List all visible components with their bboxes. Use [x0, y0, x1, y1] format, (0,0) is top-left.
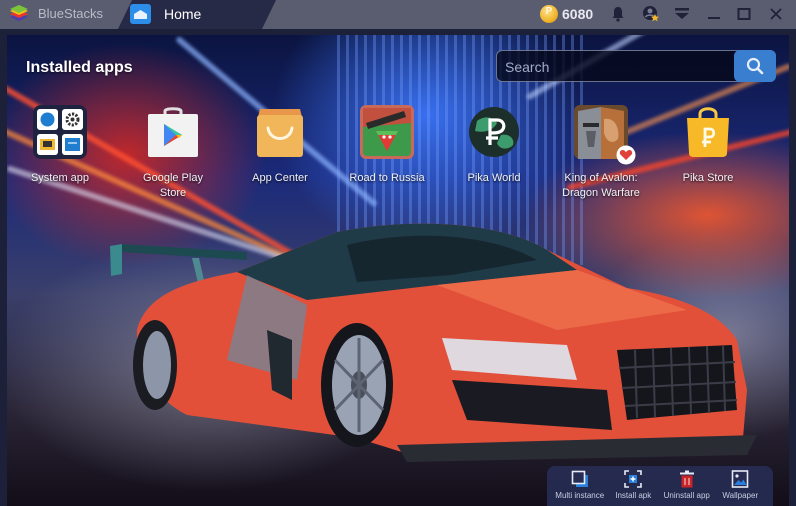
app-system-app[interactable]: System app: [7, 105, 115, 186]
brand-name: BlueStacks: [38, 6, 104, 21]
multi-instance-icon: [571, 470, 588, 487]
installed-apps-title: Installed apps: [26, 59, 133, 76]
system-app-icon: [33, 105, 87, 159]
search-input[interactable]: [505, 57, 725, 77]
title-bar: BlueStacks Home 6080: [0, 0, 796, 29]
google-play-store-icon: [146, 105, 200, 159]
app-label: System app: [30, 172, 90, 184]
tool-label: Uninstall app: [663, 491, 710, 500]
app-label: Google Play Store: [143, 172, 203, 199]
minimize-icon[interactable]: [703, 3, 725, 25]
menu-icon[interactable]: [671, 3, 693, 25]
wallpaper-button[interactable]: Wallpaper: [714, 470, 766, 506]
app-app-center[interactable]: App Center: [225, 105, 335, 186]
profile-star-icon[interactable]: [640, 3, 662, 25]
tab-home-label: Home: [164, 6, 202, 22]
tool-label: Wallpaper: [722, 491, 759, 500]
app-pika-store[interactable]: Pika Store: [653, 105, 763, 186]
wallpaper-icon: [731, 470, 749, 488]
multi-instance-button[interactable]: Multi instance: [554, 470, 606, 506]
king-of-avalon-icon: [574, 105, 636, 165]
coin-icon: [540, 5, 558, 23]
app-label: Pika Store: [682, 172, 734, 184]
app-label: App Center: [252, 172, 308, 184]
brand-tab[interactable]: BlueStacks: [0, 0, 128, 29]
app-road-to-russia[interactable]: Road to Russia: [332, 105, 442, 186]
road-to-russia-icon: [360, 105, 414, 159]
install-apk-button[interactable]: Install apk: [607, 470, 659, 506]
sports-car-illustration: [110, 223, 757, 462]
app-center-icon: [253, 105, 307, 159]
install-apk-icon: [624, 470, 643, 488]
bell-icon[interactable]: [607, 3, 629, 25]
search-box: [496, 50, 776, 82]
maximize-icon[interactable]: [733, 3, 755, 25]
app-label: King of Avalon: Dragon Warfare: [562, 172, 640, 199]
wallpaper: Installed apps System app: [7, 35, 789, 506]
tool-label: Install apk: [615, 491, 652, 500]
tool-label: Multi instance: [555, 491, 605, 500]
close-icon[interactable]: [765, 3, 787, 25]
search-icon: [746, 57, 764, 75]
uninstall-app-button[interactable]: Uninstall app: [661, 470, 713, 506]
app-king-of-avalon[interactable]: King of Avalon: Dragon Warfare: [546, 105, 656, 201]
app-label: Road to Russia: [349, 172, 425, 184]
bottom-toolbar: Multi instance Install apk Uninstall app…: [547, 466, 773, 506]
app-google-play-store[interactable]: Google Play Store: [118, 105, 228, 201]
home-screen: Installed apps System app: [0, 29, 796, 506]
app-label: Pika World: [467, 172, 521, 184]
coin-balance[interactable]: 6080: [562, 6, 593, 22]
app-pika-world[interactable]: Pika World: [439, 105, 549, 186]
uninstall-app-icon: [679, 470, 694, 488]
bluestacks-logo-icon: [10, 5, 28, 21]
home-icon: [130, 4, 151, 24]
pika-store-icon: [681, 105, 735, 159]
search-button[interactable]: [734, 50, 776, 82]
favorite-heart-badge-icon: [616, 145, 636, 165]
pika-world-icon: [467, 105, 521, 159]
installed-apps-grid: System app Google Play Store App Center: [7, 105, 789, 215]
